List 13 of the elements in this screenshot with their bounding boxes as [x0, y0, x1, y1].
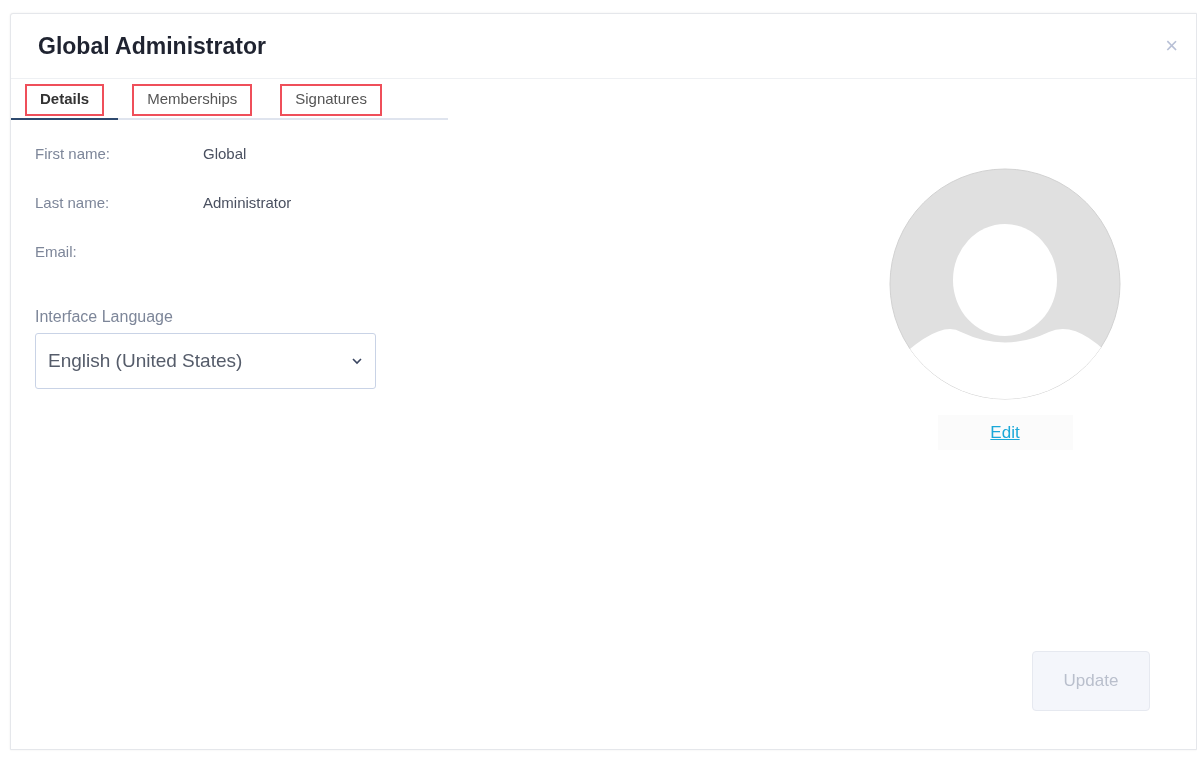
field-value: Global [203, 144, 247, 164]
avatar-placeholder-icon [889, 168, 1121, 400]
tab[interactable]: Details [25, 83, 105, 116]
language-select[interactable]: English (United States) [35, 333, 376, 389]
field-label: Last name: [35, 193, 111, 213]
field-label: First name: [35, 144, 111, 164]
chevron-down-icon [351, 357, 363, 365]
field-label: Interface Language [35, 307, 174, 327]
dialog-title: Global Administrator [38, 31, 266, 61]
tab[interactable]: Memberships [132, 83, 253, 116]
tab[interactable]: Signatures [280, 83, 382, 116]
field-label: Email: [35, 242, 78, 262]
field-value: Administrator [203, 193, 292, 213]
